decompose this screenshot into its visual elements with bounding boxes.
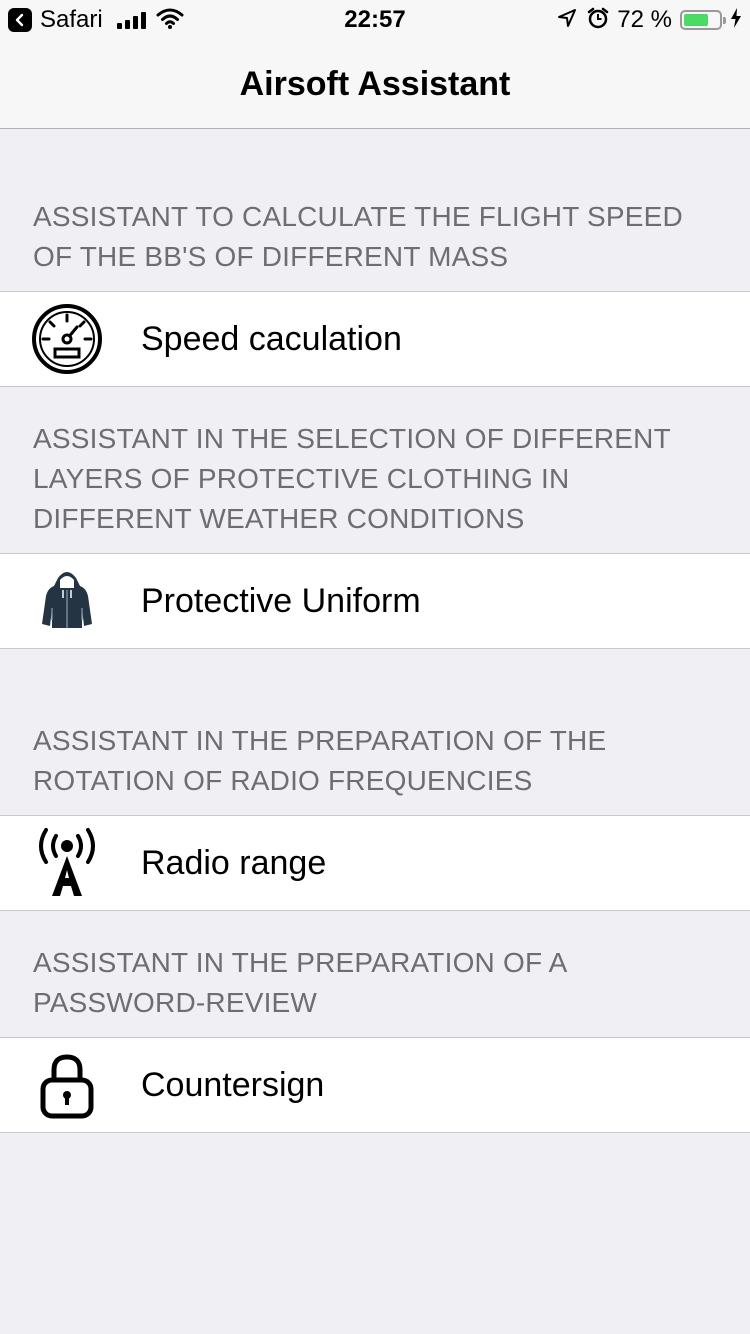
section-header-speed: ASSISTANT TO CALCULATE THE FLIGHT SPEED …	[33, 201, 683, 272]
alarm-clock-icon	[587, 7, 609, 34]
status-right: 72 %	[557, 6, 742, 34]
list-item-label: Protective Uniform	[141, 582, 421, 620]
battery-level	[684, 14, 709, 26]
list-item-protective-uniform[interactable]: Protective Uniform	[0, 553, 750, 649]
charging-bolt-icon	[730, 7, 742, 33]
battery-icon	[680, 10, 726, 30]
location-arrow-icon	[557, 8, 577, 33]
speedometer-icon	[30, 302, 104, 376]
list-item-label: Countersign	[141, 1066, 325, 1104]
page-title: Airsoft Assistant	[239, 65, 511, 103]
section-header-radio: ASSISTANT IN THE PREPARATION OF THE ROTA…	[33, 725, 607, 796]
status-bar: Safari 22:57 72 %	[0, 0, 750, 40]
jacket-icon	[30, 564, 104, 638]
list-item-countersign[interactable]: Countersign	[0, 1037, 750, 1133]
list-item-label: Speed caculation	[141, 320, 402, 358]
list-item-speed-calculation[interactable]: Speed caculation	[0, 291, 750, 387]
navigation-bar: Airsoft Assistant	[0, 40, 750, 129]
section-header-uniform: ASSISTANT IN THE SELECTION OF DIFFERENT …	[33, 423, 671, 534]
battery-percent: 72 %	[617, 6, 672, 33]
lock-icon	[30, 1048, 104, 1122]
list-item-label: Radio range	[141, 844, 327, 882]
list-item-radio-range[interactable]: Radio range	[0, 815, 750, 911]
radio-tower-icon	[30, 826, 104, 900]
section-header-password: ASSISTANT IN THE PREPARATION OF A PASSWO…	[33, 947, 567, 1018]
